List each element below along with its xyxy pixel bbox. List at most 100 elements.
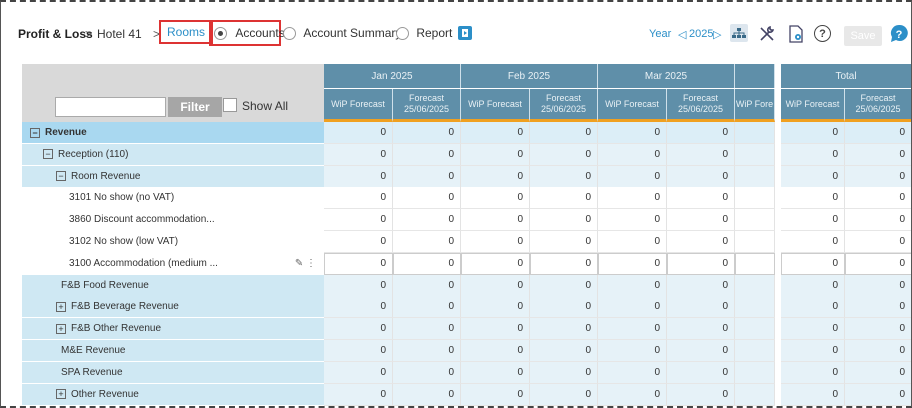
value-cell[interactable]: 0 — [781, 231, 845, 253]
column-header[interactable]: WiP Forecast — [461, 89, 530, 122]
value-cell — [735, 274, 775, 297]
radio[interactable] — [396, 27, 409, 41]
document-settings-icon[interactable] — [787, 24, 805, 44]
value-cell[interactable]: 0 — [598, 252, 667, 275]
year-prev-button[interactable]: ◁ — [678, 28, 686, 41]
hierarchy-icon[interactable] — [730, 24, 748, 42]
row-label-text: 3100 Accommodation (medium ... — [69, 257, 218, 269]
tools-icon[interactable] — [757, 24, 777, 44]
row-label-text: M&E Revenue — [61, 345, 126, 356]
view-option-accounts[interactable]: Accounts — [214, 26, 285, 41]
film-icon[interactable] — [458, 26, 472, 40]
value-cell[interactable] — [735, 209, 775, 232]
edit-pencil-icon[interactable]: ✎ ⋮ — [295, 258, 316, 269]
value-cell: 0 — [845, 296, 911, 319]
view-option-label: Account Summary — [303, 26, 402, 40]
column-header[interactable]: WiP Forecast — [324, 89, 393, 122]
expand-icon[interactable]: + — [56, 301, 66, 312]
save-button[interactable]: Save — [844, 26, 882, 46]
chat-icon[interactable]: ? — [889, 24, 909, 44]
value-cell[interactable]: 0 — [461, 209, 530, 232]
row-label: − Revenue — [22, 122, 324, 144]
view-option-account-summary[interactable]: Account Summary — [283, 26, 402, 41]
collapse-icon[interactable]: − — [30, 127, 40, 138]
row-label-text: Room Revenue — [71, 170, 141, 182]
value-cell: 0 — [845, 274, 911, 297]
value-cell: 0 — [781, 383, 845, 406]
value-cell: 0 — [598, 318, 667, 341]
filter-input[interactable] — [55, 97, 166, 117]
value-cell[interactable]: 0 — [781, 209, 845, 232]
value-cell[interactable] — [735, 187, 775, 210]
value-cell[interactable]: 0 — [667, 209, 735, 232]
radio[interactable] — [283, 27, 296, 41]
value-cell[interactable]: 0 — [530, 187, 598, 210]
show-all-checkbox[interactable] — [223, 98, 237, 112]
row-label: + F&B Other Revenue — [22, 318, 324, 341]
value-cell[interactable]: 0 — [781, 252, 845, 275]
value-cell[interactable]: 0 — [461, 231, 530, 253]
value-cell[interactable]: 0 — [781, 187, 845, 210]
value-cell[interactable]: 0 — [461, 187, 530, 210]
value-cell[interactable]: 0 — [598, 209, 667, 232]
value-cell[interactable]: 0 — [598, 187, 667, 210]
column-header[interactable]: WiP Fore — [735, 89, 775, 122]
breadcrumb-app[interactable]: Profit & Loss — [18, 27, 93, 41]
expand-icon[interactable]: + — [56, 389, 66, 400]
value-cell[interactable]: 0 — [324, 231, 393, 253]
value-cell[interactable]: 0 — [845, 231, 911, 253]
value-cell[interactable]: 0 — [845, 187, 911, 210]
value-cell[interactable]: 0 — [324, 252, 393, 275]
column-header[interactable]: Forecast 25/06/2025 — [667, 89, 735, 122]
value-cell[interactable]: 0 — [530, 231, 598, 253]
value-cell[interactable]: 0 — [667, 252, 735, 275]
view-option-report[interactable]: Report — [396, 26, 452, 41]
column-header[interactable]: Forecast 25/06/2025 — [530, 89, 598, 122]
row-label: 3100 Accommodation (medium ... ✎ ⋮ — [22, 252, 324, 275]
value-cell[interactable]: 0 — [324, 209, 393, 232]
value-cell: 0 — [598, 296, 667, 319]
column-header[interactable]: WiP Forecast — [598, 89, 667, 122]
collapse-icon[interactable]: − — [43, 149, 53, 160]
row-label-text: Revenue — [45, 127, 87, 138]
year-next-button[interactable]: ▷ — [713, 28, 721, 41]
value-cell: 0 — [530, 383, 598, 406]
value-cell[interactable]: 0 — [324, 187, 393, 210]
collapse-icon[interactable]: − — [56, 171, 66, 182]
expand-icon[interactable]: + — [56, 323, 66, 334]
value-cell[interactable] — [735, 231, 775, 253]
value-cell: 0 — [324, 383, 393, 406]
row-label-text: 3102 No show (low VAT) — [69, 236, 179, 247]
value-cell[interactable]: 0 — [393, 231, 461, 253]
period-label[interactable]: Year — [649, 28, 671, 40]
filter-button[interactable]: Filter — [168, 97, 222, 117]
row-label-text: SPA Revenue — [61, 366, 123, 378]
value-cell[interactable]: 0 — [461, 252, 530, 275]
value-cell: 0 — [461, 165, 530, 188]
value-cell[interactable] — [735, 252, 775, 275]
value-cell — [735, 296, 775, 319]
row-label: − Reception (110) — [22, 143, 324, 166]
row-label-text: Reception (110) — [58, 148, 129, 160]
column-header[interactable]: WiP Forecast — [781, 89, 845, 122]
value-cell[interactable]: 0 — [667, 231, 735, 253]
column-header[interactable]: Forecast 25/06/2025 — [393, 89, 461, 122]
value-cell[interactable]: 0 — [393, 187, 461, 210]
breadcrumb-rooms[interactable]: Rooms — [159, 20, 214, 44]
column-header[interactable]: Forecast 25/06/2025 — [845, 89, 911, 122]
value-cell: 0 — [324, 296, 393, 319]
value-cell[interactable]: 0 — [598, 231, 667, 253]
value-cell: 0 — [667, 361, 735, 384]
value-cell[interactable]: 0 — [393, 252, 461, 275]
value-cell: 0 — [530, 122, 598, 144]
value-cell[interactable]: 0 — [530, 252, 598, 275]
value-cell[interactable]: 0 — [845, 209, 911, 232]
radio-selected[interactable] — [214, 27, 227, 41]
breadcrumb-hotel[interactable]: Hotel 41 — [97, 27, 142, 41]
value-cell[interactable]: 0 — [667, 187, 735, 210]
value-cell: 0 — [324, 143, 393, 166]
help-icon[interactable]: ? — [814, 25, 831, 42]
value-cell[interactable]: 0 — [393, 209, 461, 232]
value-cell[interactable]: 0 — [845, 252, 911, 275]
value-cell[interactable]: 0 — [530, 209, 598, 232]
